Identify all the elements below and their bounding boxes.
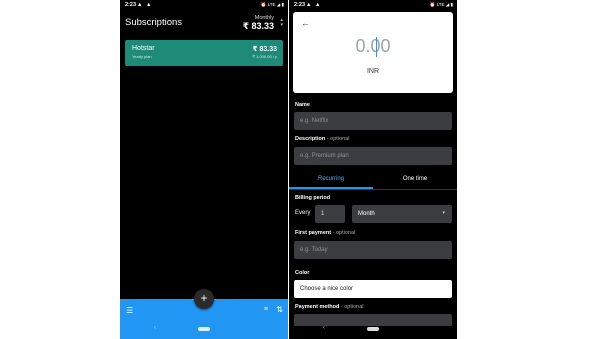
color-label: Color <box>295 270 310 276</box>
amount-input[interactable]: 0.00 <box>293 36 453 57</box>
nav-home-pill[interactable] <box>367 327 379 331</box>
text-cursor <box>376 37 377 57</box>
tab-divider <box>289 188 457 189</box>
color-picker-field[interactable]: Choose a nice color <box>294 280 452 298</box>
add-subscription-screen: 2:23 ▲ ▲ ⏰ LTE ◢ ▮ ← 0.00 INR Name e.g. … <box>289 0 457 339</box>
subscription-yearly-price: ₹ 1,000.00 / y <box>252 54 277 59</box>
billing-unit-value: Month <box>358 210 375 217</box>
name-placeholder: e.g. Netflix <box>300 117 329 124</box>
filter-icon[interactable]: ≡ <box>264 306 268 313</box>
status-bar: 2:23 ▲ ▲ ⏰ LTE ◢ ▮ <box>289 0 457 10</box>
name-field[interactable]: e.g. Netflix <box>294 112 452 130</box>
notification-icons: ▲ ▲ <box>306 1 322 8</box>
description-field[interactable]: e.g. Premium plan <box>294 147 452 165</box>
status-time: 2:23 <box>125 2 137 8</box>
billing-period-label: Billing period <box>295 195 331 201</box>
page-title: Subscriptions <box>125 17 183 28</box>
nav-back-icon[interactable]: ‹ <box>154 325 156 331</box>
payment-method-label: Payment method - optional <box>295 304 364 310</box>
period-toggle-icon[interactable]: ▴ ▾ <box>280 18 283 28</box>
status-bar: 2:23 ▲ ▲ ⏰ LTE ◢ ▮ <box>120 0 288 10</box>
description-label: Description - optional <box>295 136 350 142</box>
nav-home-pill[interactable] <box>198 327 210 331</box>
back-arrow-icon[interactable]: ← <box>301 18 310 28</box>
name-label: Name <box>295 102 310 108</box>
status-time: 2:23 <box>294 2 306 8</box>
tab-recurring[interactable]: Recurring <box>289 176 373 182</box>
tab-one-time[interactable]: One time <box>373 176 457 182</box>
first-payment-label: First payment - optional <box>295 230 356 236</box>
every-label: Every <box>295 210 311 216</box>
first-payment-field[interactable]: e.g. Today <box>294 241 452 259</box>
subscription-card[interactable]: Hotstar Yearly plan ₹ 83.33 ₹ 1,000.00 /… <box>125 40 283 66</box>
billing-unit-select[interactable]: Month ▾ <box>352 205 452 223</box>
total-amount[interactable]: ₹ 83.33 <box>243 21 274 32</box>
billing-interval-value: 1 <box>321 210 325 217</box>
amount-card: ← 0.00 INR <box>293 12 453 93</box>
description-placeholder: e.g. Premium plan <box>300 152 349 159</box>
menu-icon[interactable]: ☰ <box>126 306 133 315</box>
billing-interval-input[interactable]: 1 <box>315 205 345 223</box>
sort-icon[interactable]: ⇅ <box>276 305 283 314</box>
subscription-plan: Yearly plan <box>132 54 152 59</box>
subscriptions-screen: 2:23 ▲ ▲ ⏰ LTE ◢ ▮ Subscriptions Monthly… <box>120 0 288 339</box>
currency-selector[interactable]: INR <box>293 68 453 75</box>
notification-icons: ▲ ▲ <box>137 1 153 8</box>
first-payment-placeholder: e.g. Today <box>300 246 328 253</box>
nav-back-icon[interactable]: ‹ <box>323 325 325 331</box>
signal-battery-icons: ⏰ LTE ◢ ▮ <box>429 2 453 7</box>
signal-battery-icons: ⏰ LTE ◢ ▮ <box>260 2 284 7</box>
add-subscription-button[interactable]: + <box>194 289 214 309</box>
dropdown-caret-icon: ▾ <box>442 210 445 216</box>
payment-method-field[interactable] <box>294 314 452 326</box>
subscription-name: Hotstar <box>132 45 155 52</box>
color-value: Choose a nice color <box>300 285 354 292</box>
subscription-price: ₹ 83.33 <box>252 46 277 53</box>
